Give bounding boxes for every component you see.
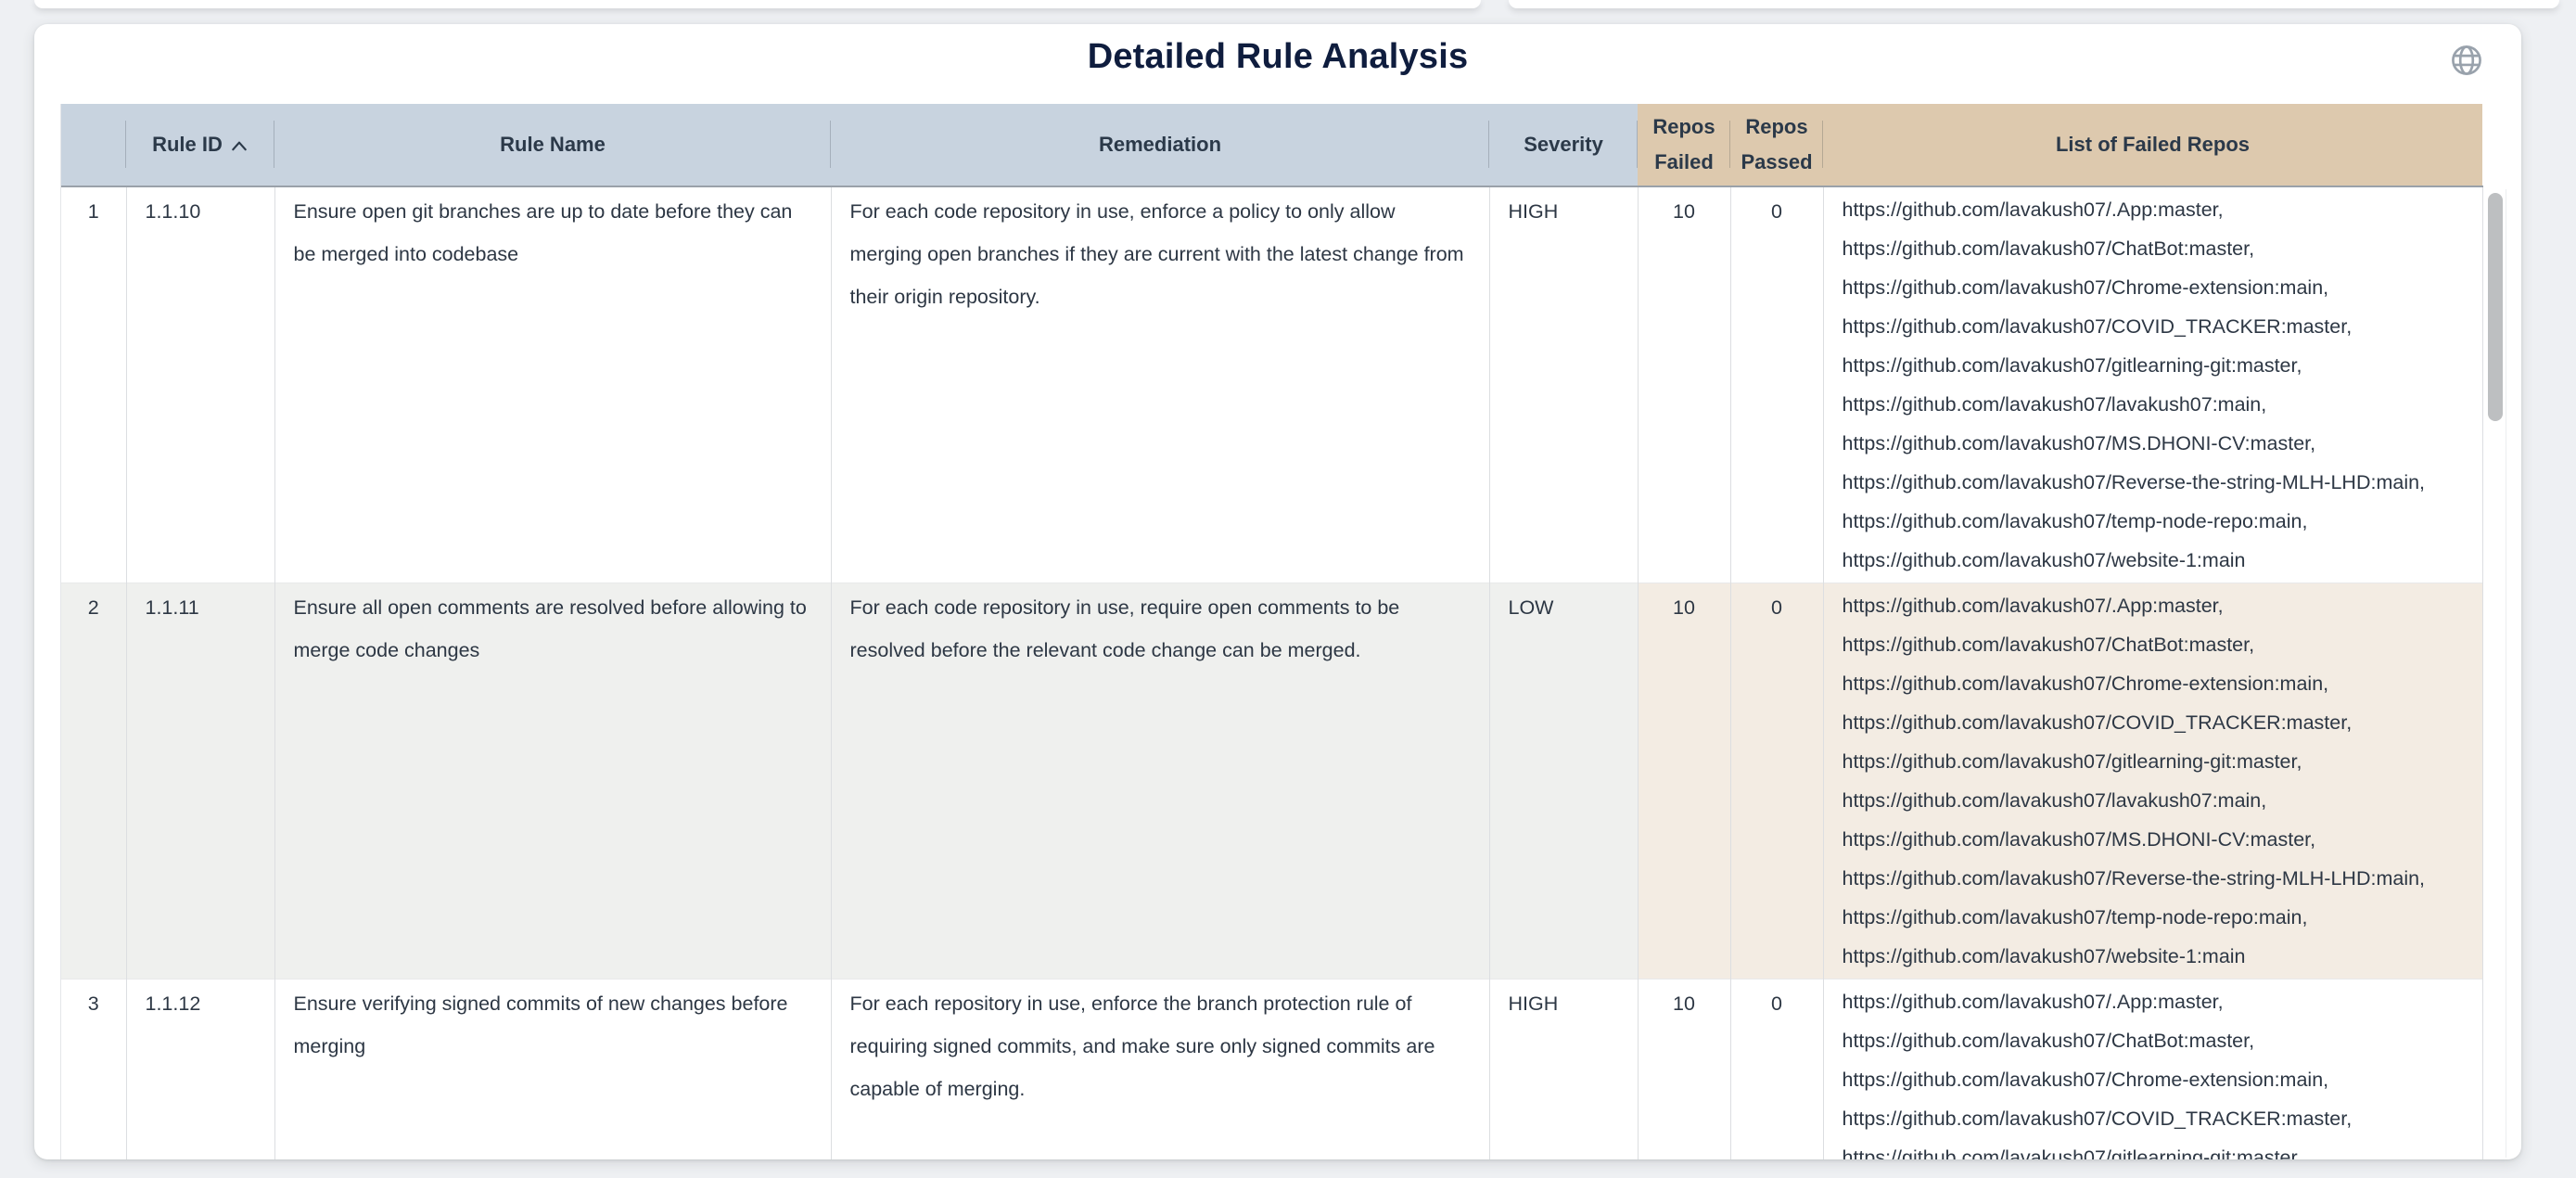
column-header-rule-name[interactable]: Rule Name xyxy=(274,104,831,186)
vertical-scrollbar-thumb[interactable] xyxy=(2488,193,2503,421)
table-row: 2 1.1.11 Ensure all open comments are re… xyxy=(61,583,2482,980)
column-header-severity[interactable]: Severity xyxy=(1489,104,1638,186)
globe-icon[interactable] xyxy=(2449,43,2484,78)
column-header-remediation[interactable]: Remediation xyxy=(831,104,1489,186)
cell-rule-name: Ensure verifying signed commits of new c… xyxy=(274,980,831,1160)
cell-row-number: 2 xyxy=(61,583,126,980)
rule-analysis-table-viewport: Rule ID Rule Name Remediation Severity R… xyxy=(60,104,2483,1159)
page-title: Detailed Rule Analysis xyxy=(34,37,2521,77)
cell-failed-repos-list: https://github.com/lavakush07/.App:maste… xyxy=(1823,980,2482,1160)
column-header-rule-id[interactable]: Rule ID xyxy=(126,104,274,186)
cell-remediation: For each code repository in use, enforce… xyxy=(831,186,1489,583)
cell-rule-id: 1.1.12 xyxy=(126,980,274,1160)
cell-repos-failed: 10 xyxy=(1638,186,1730,583)
column-header-list-of-failed-repos[interactable]: List of Failed Repos xyxy=(1823,104,2482,186)
table-row: 1 1.1.10 Ensure open git branches are up… xyxy=(61,186,2482,583)
cell-rule-id: 1.1.11 xyxy=(126,583,274,980)
column-header-repos-failed[interactable]: Repos Failed xyxy=(1638,104,1730,186)
cell-severity: HIGH xyxy=(1489,980,1638,1160)
cell-repos-failed: 10 xyxy=(1638,980,1730,1160)
cell-severity: LOW xyxy=(1489,583,1638,980)
cell-severity: HIGH xyxy=(1489,186,1638,583)
table-row: 3 1.1.12 Ensure verifying signed commits… xyxy=(61,980,2482,1160)
cell-repos-failed: 10 xyxy=(1638,583,1730,980)
column-header-index xyxy=(61,104,126,186)
cell-repos-passed: 0 xyxy=(1730,186,1823,583)
cell-rule-name: Ensure all open comments are resolved be… xyxy=(274,583,831,980)
cell-rule-name: Ensure open git branches are up to date … xyxy=(274,186,831,583)
cell-remediation: For each code repository in use, require… xyxy=(831,583,1489,980)
partial-card-above-left xyxy=(34,0,1481,8)
cell-repos-passed: 0 xyxy=(1730,583,1823,980)
partial-card-above-right xyxy=(1509,0,2559,8)
header-row: Rule ID Rule Name Remediation Severity R… xyxy=(61,104,2482,186)
rule-analysis-table: Rule ID Rule Name Remediation Severity R… xyxy=(61,104,2483,1159)
cell-failed-repos-list: https://github.com/lavakush07/.App:maste… xyxy=(1823,583,2482,980)
detailed-rule-analysis-card: Detailed Rule Analysis Rule ID xyxy=(34,24,2521,1159)
column-header-rule-id-label: Rule ID xyxy=(152,133,223,156)
table-body: 1 1.1.10 Ensure open git branches are up… xyxy=(61,186,2482,1159)
vertical-scrollbar-track[interactable] xyxy=(2487,189,2506,1158)
cell-repos-passed: 0 xyxy=(1730,980,1823,1160)
cell-rule-id: 1.1.10 xyxy=(126,186,274,583)
cell-row-number: 3 xyxy=(61,980,126,1160)
sort-ascending-icon xyxy=(230,139,249,152)
cell-remediation: For each repository in use, enforce the … xyxy=(831,980,1489,1160)
cell-row-number: 1 xyxy=(61,186,126,583)
cell-failed-repos-list: https://github.com/lavakush07/.App:maste… xyxy=(1823,186,2482,583)
column-header-repos-passed[interactable]: Repos Passed xyxy=(1730,104,1823,186)
